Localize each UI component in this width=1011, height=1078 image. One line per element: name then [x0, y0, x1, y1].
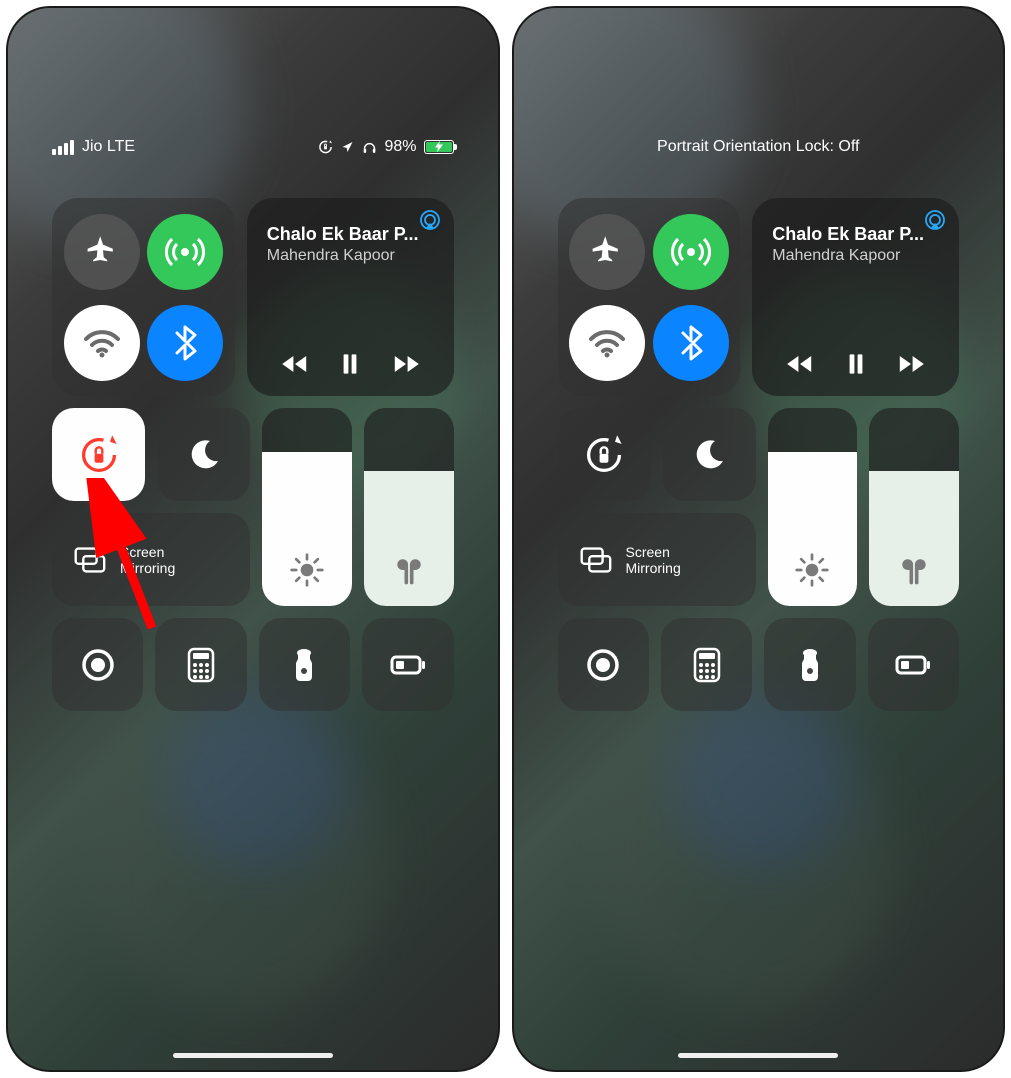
airplane-mode-toggle[interactable] [64, 214, 140, 290]
low-power-mode-toggle[interactable] [868, 618, 959, 711]
brightness-slider[interactable] [262, 408, 352, 606]
orientation-lock-toggle[interactable] [52, 408, 145, 501]
do-not-disturb-toggle[interactable] [663, 408, 756, 501]
screen-mirroring-button[interactable]: ScreenMirroring [52, 513, 250, 606]
airplay-audio-icon[interactable] [418, 208, 442, 232]
wifi-toggle[interactable] [64, 305, 140, 381]
screen-mirroring-label-1: Screen [626, 544, 681, 560]
airpods-icon [391, 552, 427, 588]
home-indicator[interactable] [173, 1053, 333, 1058]
media-panel[interactable]: Chalo Ek Baar P... Mahendra Kapoor [752, 198, 959, 396]
airplane-mode-toggle[interactable] [569, 214, 645, 290]
home-indicator[interactable] [678, 1053, 838, 1058]
location-arrow-icon [340, 140, 355, 155]
screen-mirroring-label-1: Screen [120, 544, 175, 560]
headphones-icon [362, 140, 377, 155]
control-center: Chalo Ek Baar P... Mahendra Kapoor [52, 198, 454, 711]
phone-right: Portrait Orientation Lock: Off Chalo Ek … [512, 6, 1006, 1072]
screen-mirroring-icon [576, 541, 614, 579]
play-pause-button[interactable] [840, 348, 872, 380]
screen-mirroring-label-2: Mirroring [120, 560, 175, 576]
screen-record-button[interactable] [52, 618, 143, 711]
volume-slider[interactable] [869, 408, 959, 606]
connectivity-panel[interactable] [558, 198, 741, 396]
phone-left: Jio LTE 98% Chalo Ek Baar [6, 6, 500, 1072]
airplay-audio-icon[interactable] [923, 208, 947, 232]
connectivity-panel[interactable] [52, 198, 235, 396]
bluetooth-toggle[interactable] [653, 305, 729, 381]
calculator-button[interactable] [155, 618, 246, 711]
screen-mirroring-button[interactable]: ScreenMirroring [558, 513, 756, 606]
airpods-icon [896, 552, 932, 588]
sun-icon [794, 552, 830, 588]
orientation-lock-status-icon [318, 140, 333, 155]
sun-icon [289, 552, 325, 588]
flashlight-button[interactable] [259, 618, 350, 711]
media-title: Chalo Ek Baar P... [772, 224, 939, 245]
status-bar: Jio LTE 98% [8, 134, 498, 160]
calculator-button[interactable] [661, 618, 752, 711]
bluetooth-toggle[interactable] [147, 305, 223, 381]
play-pause-button[interactable] [334, 348, 366, 380]
forward-button[interactable] [895, 348, 927, 380]
do-not-disturb-toggle[interactable] [157, 408, 250, 501]
cellular-signal-icon [52, 140, 74, 155]
cellular-data-toggle[interactable] [147, 214, 223, 290]
battery-icon [424, 140, 454, 154]
cellular-data-toggle[interactable] [653, 214, 729, 290]
flashlight-button[interactable] [764, 618, 855, 711]
carrier-label: Jio LTE [82, 138, 135, 156]
screen-record-button[interactable] [558, 618, 649, 711]
screen-mirroring-label-2: Mirroring [626, 560, 681, 576]
orientation-lock-toggle[interactable] [558, 408, 651, 501]
volume-slider[interactable] [364, 408, 454, 606]
status-bar: Portrait Orientation Lock: Off [514, 134, 1004, 160]
media-panel[interactable]: Chalo Ek Baar P... Mahendra Kapoor [247, 198, 454, 396]
rewind-button[interactable] [784, 348, 816, 380]
low-power-mode-toggle[interactable] [362, 618, 453, 711]
control-center: Chalo Ek Baar P... Mahendra Kapoor [558, 198, 960, 711]
media-artist: Mahendra Kapoor [772, 247, 939, 265]
rewind-button[interactable] [279, 348, 311, 380]
wifi-toggle[interactable] [569, 305, 645, 381]
brightness-slider[interactable] [768, 408, 858, 606]
battery-percent-label: 98% [384, 138, 416, 156]
media-artist: Mahendra Kapoor [267, 247, 434, 265]
forward-button[interactable] [390, 348, 422, 380]
screen-mirroring-icon [70, 541, 108, 579]
status-banner: Portrait Orientation Lock: Off [514, 138, 1004, 156]
media-title: Chalo Ek Baar P... [267, 224, 434, 245]
